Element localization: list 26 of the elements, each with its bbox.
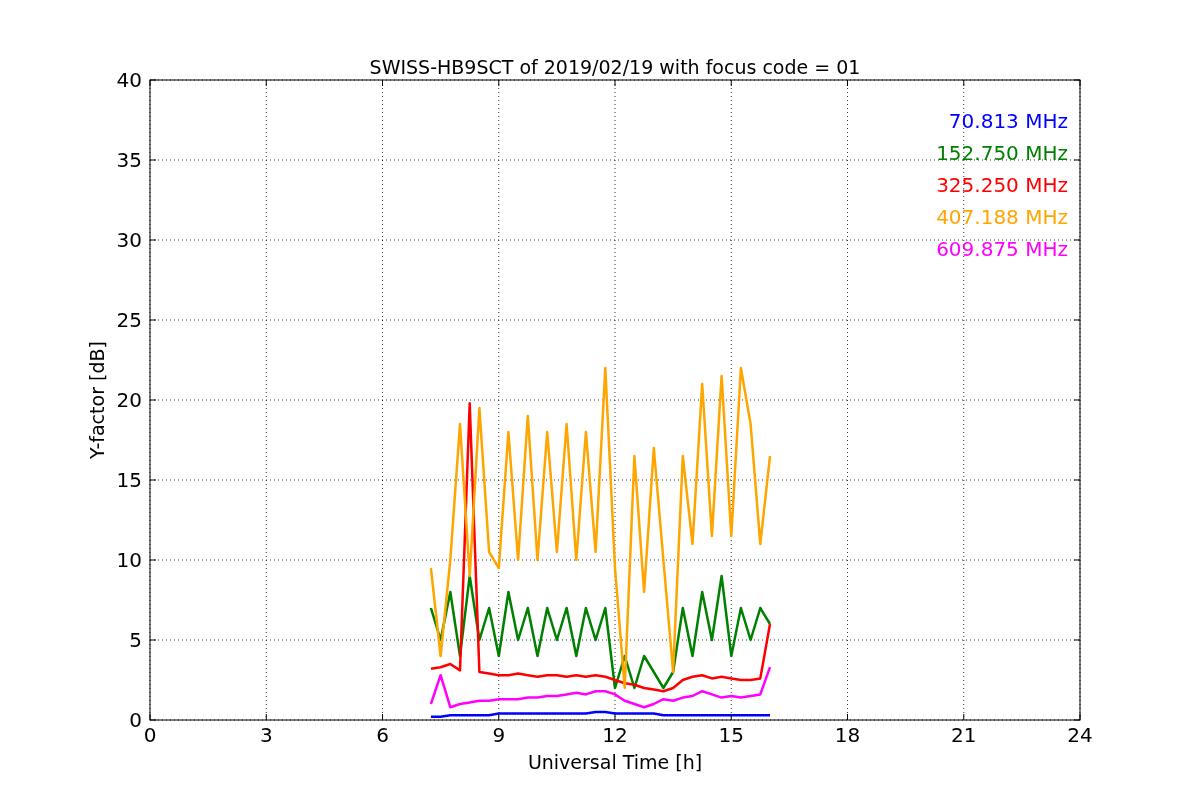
x-tick-label: 0 (143, 723, 157, 747)
y-axis-label: Y-factor [dB] (86, 341, 108, 459)
y-tick-label: 30 (116, 228, 142, 252)
legend-label: 609.875 MHz (936, 237, 1068, 261)
x-tick-label: 24 (1067, 723, 1093, 747)
y-tick-label: 15 (116, 468, 142, 492)
y-tick-label: 20 (116, 388, 142, 412)
x-tick-label: 18 (834, 723, 861, 747)
x-tick-label: 9 (492, 723, 506, 747)
y-tick-label: 40 (116, 68, 142, 92)
y-tick-label: 10 (116, 548, 142, 572)
legend-label: 152.750 MHz (936, 141, 1068, 165)
y-tick-label: 25 (116, 308, 142, 332)
x-axis-label: Universal Time [h] (527, 751, 703, 773)
y-tick-label: 35 (116, 148, 142, 172)
legend-label: 325.250 MHz (936, 173, 1068, 197)
x-tick-label: 21 (951, 723, 977, 747)
x-tick-label: 12 (602, 723, 628, 747)
chart-title: SWISS-HB9SCT of 2019/02/19 with focus code = 01 (369, 56, 861, 78)
x-tick-label: 6 (376, 723, 389, 747)
x-tick-label: 15 (718, 723, 744, 747)
y-tick-label: 0 (129, 708, 142, 732)
y-tick-label: 5 (129, 628, 142, 652)
legend-label: 407.188 MHz (936, 205, 1068, 229)
legend-label: 70.813 MHz (948, 109, 1068, 133)
x-tick-label: 3 (259, 723, 273, 747)
